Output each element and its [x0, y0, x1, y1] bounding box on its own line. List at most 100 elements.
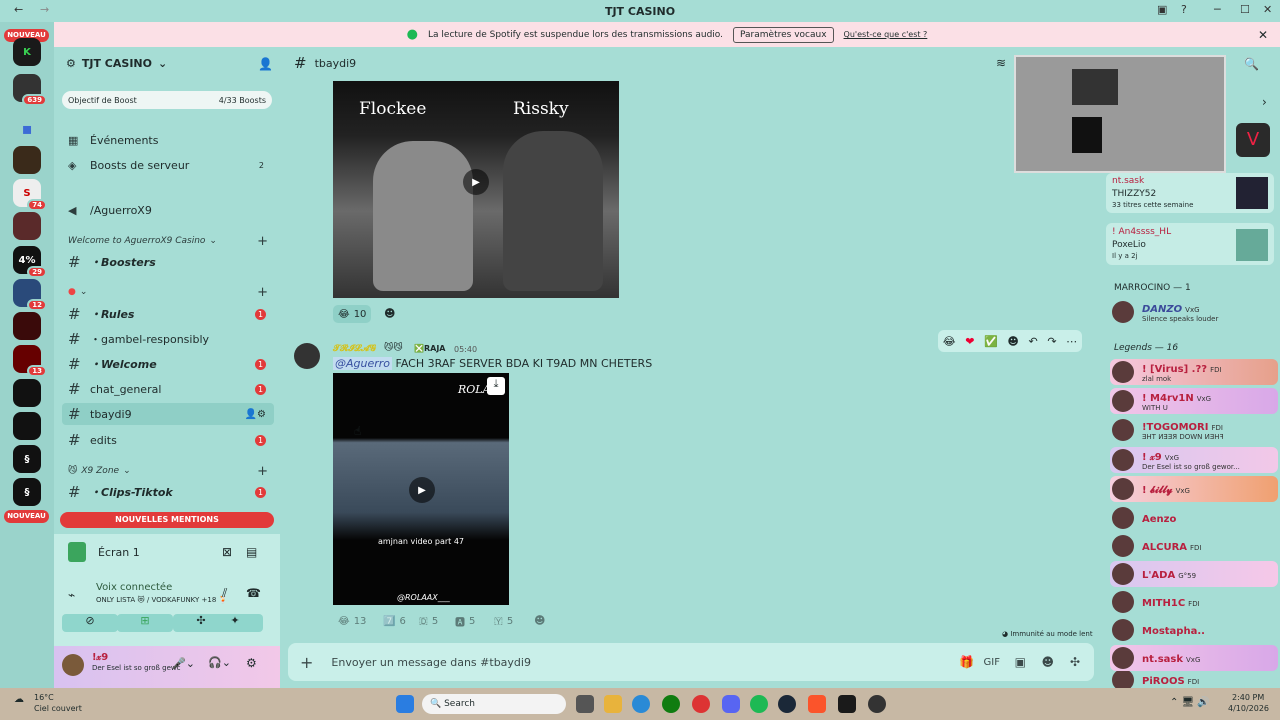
- message-composer[interactable]: + Envoyer un message dans #tbaydi9 🎁 GIF…: [288, 643, 1094, 681]
- server-icon-k[interactable]: K: [13, 38, 41, 66]
- laugh-reaction-icon[interactable]: 😂: [943, 335, 956, 348]
- member-item[interactable]: ALCURA FDI: [1110, 533, 1278, 559]
- activity-card[interactable]: ! An4ssss_HL PoxeLio Il y a 2j: [1106, 223, 1274, 265]
- channel-welcome[interactable]: # ・Welcome 1: [62, 353, 274, 375]
- server-icon-6[interactable]: 12: [13, 279, 47, 311]
- server-icon-10[interactable]: [13, 412, 41, 440]
- server-header[interactable]: ⚙ TJT CASINO ⌄: [66, 57, 167, 70]
- stop-stream-icon[interactable]: ⊠: [222, 545, 232, 559]
- add-reaction-icon[interactable]: ☻: [384, 307, 395, 320]
- reaction[interactable]: 7️⃣ 6: [378, 612, 411, 630]
- tray-icons[interactable]: ⌃ 🖥 🔊: [1170, 697, 1210, 708]
- download-icon[interactable]: ⤓: [487, 377, 505, 395]
- stream-preview[interactable]: [1014, 55, 1226, 173]
- server-icon-7[interactable]: [13, 312, 41, 340]
- server-icon-5[interactable]: 4% 29: [13, 246, 47, 278]
- add-channel-icon[interactable]: +: [257, 464, 268, 479]
- member-item[interactable]: Mostapha..: [1110, 617, 1278, 643]
- reaction[interactable]: 😂 13: [333, 612, 371, 630]
- server-icon-folder[interactable]: 639: [13, 74, 47, 106]
- member-item[interactable]: Aenzo: [1110, 505, 1278, 531]
- server-boosts-item[interactable]: ◈ Boosts de serveur 2: [62, 154, 274, 176]
- member-item[interactable]: !TOGOMORI FDI ƎHT ИƎƎЯ DOWN ИƎHꟻ: [1110, 417, 1278, 443]
- member-item[interactable]: PiROOS FDI: [1110, 671, 1278, 688]
- disconnect-icon[interactable]: ☎: [246, 586, 261, 600]
- member-item[interactable]: DANZO VxG Silence speaks louder: [1110, 299, 1278, 325]
- member-item[interactable]: MITH1C FDI: [1110, 589, 1278, 615]
- activity-card[interactable]: nt.sask THIZZY52 33 titres cette semaine: [1106, 173, 1274, 213]
- help-icon[interactable]: ?: [1181, 3, 1187, 16]
- reply-icon[interactable]: ↶: [1028, 335, 1037, 348]
- channel-clips-tiktok[interactable]: # ・Clips-Tiktok 1: [62, 481, 274, 503]
- file-explorer-icon[interactable]: [604, 695, 622, 713]
- play-icon[interactable]: ▶: [463, 169, 489, 195]
- category-2[interactable]: ● ⌄ +: [68, 285, 268, 300]
- member-item[interactable]: ! M4rv1N VxG WITH U: [1110, 388, 1278, 414]
- server-icon-4[interactable]: [13, 212, 41, 240]
- threads-icon[interactable]: ≋: [996, 56, 1006, 70]
- xbox-icon[interactable]: [662, 695, 680, 713]
- discord-icon[interactable]: [722, 695, 740, 713]
- stream-settings-icon[interactable]: ▤: [246, 545, 257, 559]
- brave-icon[interactable]: [808, 695, 826, 713]
- gif-icon[interactable]: GIF: [984, 657, 1000, 668]
- taskbar-search[interactable]: 🔍 Search: [422, 694, 566, 714]
- channel-gambel[interactable]: # ・gambel-responsibly: [62, 328, 274, 350]
- heart-reaction-icon[interactable]: ❤: [965, 335, 974, 348]
- task-view-icon[interactable]: [576, 695, 594, 713]
- video-embed-1[interactable]: Flockee Rissky ▶: [333, 81, 619, 298]
- maximize-icon[interactable]: ☐: [1240, 3, 1250, 16]
- channel-edits[interactable]: # edits 1: [62, 429, 274, 451]
- search-icon[interactable]: 🔍: [1244, 57, 1259, 71]
- apps-icon[interactable]: ✣: [1070, 655, 1080, 669]
- steam-icon[interactable]: [778, 695, 796, 713]
- add-channel-icon[interactable]: +: [257, 234, 268, 249]
- camera-off-button[interactable]: ⊘: [62, 614, 118, 632]
- gift-icon[interactable]: 🎁: [959, 655, 974, 669]
- spotify-taskbar-icon[interactable]: [750, 695, 768, 713]
- app-icon[interactable]: [838, 695, 856, 713]
- video-embed-2[interactable]: ROLA ⤓ ▶ amjnan video part 47 @ROLAAX___: [333, 373, 509, 605]
- soundboard-button[interactable]: ✦: [207, 614, 263, 632]
- sticker-icon[interactable]: ▣: [1015, 655, 1026, 669]
- mic-icon[interactable]: 🎤⌄: [172, 657, 195, 670]
- category-welcome[interactable]: Welcome to AguerroX9 Casino ⌄ +: [68, 234, 268, 249]
- voice-channel-name[interactable]: ONLY LISTA 😻 / VODKAFUNKY +18 🍹: [96, 596, 227, 604]
- whats-this-link[interactable]: Qu'est-ce que c'est ?: [844, 30, 928, 39]
- edge-icon[interactable]: [632, 695, 650, 713]
- close-window-icon[interactable]: ✕: [1263, 3, 1272, 16]
- server-icon-2[interactable]: [13, 146, 41, 174]
- invite-icon[interactable]: 👤: [258, 57, 273, 71]
- folder-icon[interactable]: ▪: [13, 114, 41, 142]
- server-icon-s1[interactable]: §: [13, 445, 41, 473]
- share-screen-button[interactable]: ⊞: [117, 614, 173, 632]
- windows-start-icon[interactable]: [396, 695, 414, 713]
- emoji-icon[interactable]: ☻: [1041, 655, 1054, 669]
- add-channel-icon[interactable]: +: [257, 285, 268, 300]
- server-icon-8[interactable]: 13: [13, 345, 47, 377]
- reaction[interactable]: 🇩 5: [414, 612, 443, 630]
- member-item[interactable]: ! [Virus] .?? FDI zlal mok: [1110, 359, 1278, 385]
- add-reaction-icon[interactable]: ☻: [534, 614, 545, 627]
- minimize-icon[interactable]: ─: [1214, 3, 1221, 16]
- channel-tbaydi9[interactable]: # tbaydi9 👤⚙: [62, 403, 274, 425]
- inbox-icon[interactable]: ▣: [1157, 3, 1167, 16]
- reaction[interactable]: 🇾 5: [489, 612, 518, 630]
- check-reaction-icon[interactable]: ✅: [984, 335, 998, 348]
- server-icon-9[interactable]: [13, 379, 41, 407]
- avatar[interactable]: [294, 343, 320, 369]
- settings-icon[interactable]: 👤⚙: [245, 409, 266, 420]
- close-notice-icon[interactable]: ✕: [1258, 28, 1268, 42]
- server-icon-s2[interactable]: §: [13, 478, 41, 506]
- new-mentions-button[interactable]: NOUVELLES MENTIONS: [60, 512, 274, 528]
- chevron-right-icon[interactable]: ›: [1262, 95, 1267, 109]
- author-name[interactable]: 𝓣𝓡𝓘𝓛𝓐𝓖: [333, 344, 376, 354]
- member-item[interactable]: L'ADA G°59: [1110, 561, 1278, 587]
- reaction[interactable]: 😂 10: [333, 305, 372, 323]
- add-reaction-icon[interactable]: ☻: [1007, 335, 1018, 348]
- more-icon[interactable]: ⋯: [1066, 335, 1077, 348]
- forward-icon[interactable]: ↷: [1047, 335, 1056, 348]
- server-icon-stake[interactable]: S 74: [13, 179, 47, 211]
- avatar[interactable]: [62, 654, 84, 676]
- channel-rules[interactable]: # ・Rules 1: [62, 303, 274, 325]
